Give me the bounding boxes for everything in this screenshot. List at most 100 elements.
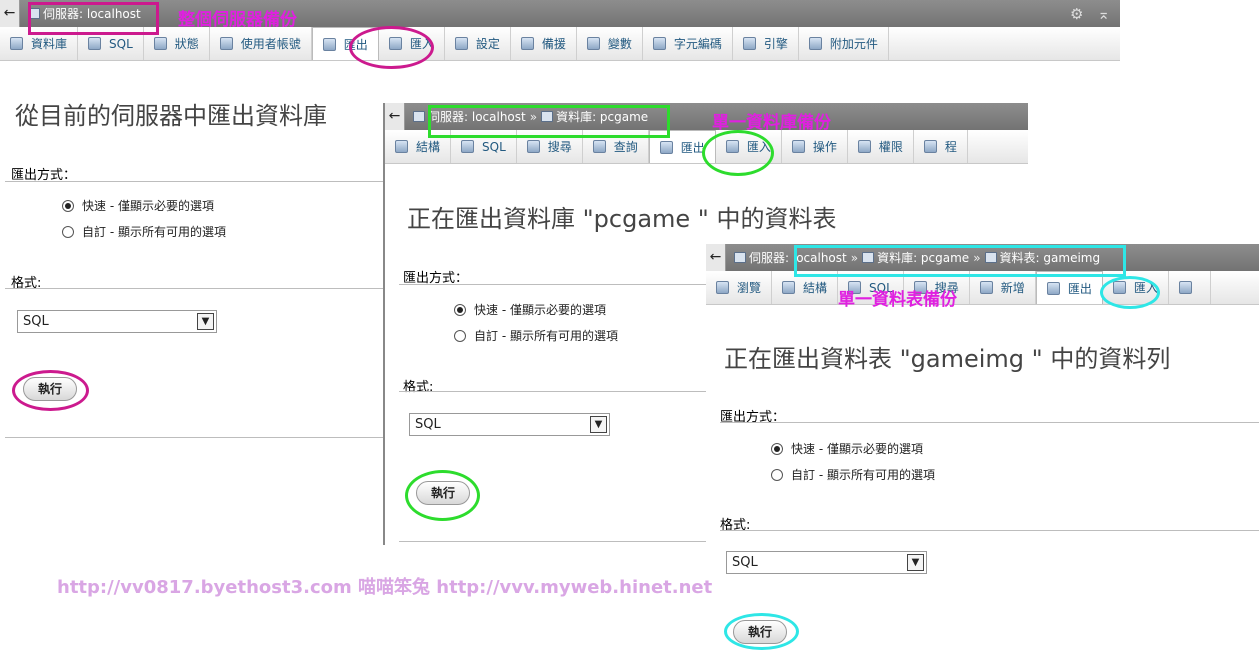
tab-label: 瀏覽 <box>737 281 762 295</box>
settings-icon <box>454 37 468 50</box>
quick-option[interactable]: 快速 - 僅顯示必要的選項 <box>771 440 923 457</box>
annotation-server-backup: 整個伺服器備份 <box>178 10 297 30</box>
back-arrow-button[interactable]: ← <box>706 244 726 271</box>
highlight-table-breadcrumb <box>794 245 1126 277</box>
table-export-panel: ← 伺服器: localhost » 資料庫: pcgame » 資料表: ga… <box>706 244 1259 655</box>
chevron-down-icon: ▼ <box>197 313 214 330</box>
divider <box>5 181 383 182</box>
tab-label: 結構 <box>416 140 441 154</box>
export-icon <box>1046 281 1060 295</box>
tab-label: 查詢 <box>613 140 638 154</box>
annotation-table-backup: 單一資料表備份 <box>838 290 957 310</box>
structure-icon <box>395 140 408 153</box>
export-icon <box>659 140 673 154</box>
highlight-server-breadcrumb <box>28 2 159 35</box>
users-icon <box>219 37 233 50</box>
server-topbar: ← 伺服器: localhost ⚙ ⌅ <box>0 0 1120 27</box>
tab-label: 附加元件 <box>829 37 878 51</box>
charset-icon <box>652 37 666 50</box>
back-arrow-button[interactable]: ← <box>385 103 405 130</box>
tab-label: 資料庫 <box>31 37 68 51</box>
highlight-db-breadcrumb <box>428 105 670 138</box>
format-select[interactable]: SQL ▼ <box>726 551 927 574</box>
highlight-server-go-button <box>12 370 89 411</box>
highlight-table-go-button <box>724 613 799 650</box>
tab-operations[interactable]: 操作 <box>782 130 848 163</box>
tab-variables[interactable]: 變數 <box>577 27 643 60</box>
sql-icon <box>461 140 475 153</box>
quick-option[interactable]: 快速 - 僅顯示必要的選項 <box>454 301 606 318</box>
routines-icon <box>923 140 937 153</box>
highlight-table-export-tab <box>1100 276 1160 309</box>
tab-privileges[interactable]: 權限 <box>848 130 914 163</box>
back-arrow-button[interactable]: ← <box>0 0 20 27</box>
collapse-icon[interactable]: ⌅ <box>1097 5 1110 23</box>
operations-icon <box>791 140 805 153</box>
tab-label: 結構 <box>803 281 828 295</box>
tab-routines[interactable]: 程 <box>914 130 968 163</box>
status-icon <box>153 37 167 50</box>
watermark-text: http://vv0817.byethost3.com 喵喵笨兔 http://… <box>57 577 713 598</box>
server-tab-bar: 資料庫 SQL 狀態 使用者帳號 匯出 匯入 設定 備援 變數 字元編碼 引擎 附加元件 <box>0 27 1120 61</box>
divider <box>5 288 383 289</box>
page-title: 從目前的伺服器中匯出資料庫 <box>15 102 327 130</box>
tab-label: 備援 <box>541 37 566 51</box>
tab-label: 搜尋 <box>547 140 572 154</box>
tab-label: 使用者帳號 <box>240 37 301 51</box>
quick-radio[interactable] <box>62 199 74 212</box>
tab-replication[interactable]: 備援 <box>511 27 577 60</box>
server-icon <box>734 252 746 263</box>
highlight-db-export-tab <box>702 130 774 176</box>
highlight-server-export-tab <box>349 26 434 69</box>
page-title: 正在匯出資料庫 "pcgame " 中的資料表 <box>407 205 837 233</box>
tab-label: 匯出 <box>1067 281 1092 296</box>
tab-label: SQL <box>109 36 133 51</box>
engines-icon <box>742 37 756 50</box>
plugins-icon <box>808 37 822 50</box>
divider <box>720 530 1259 531</box>
highlight-db-go-button <box>405 470 480 521</box>
chevron-down-icon: ▼ <box>590 416 607 433</box>
database-icon <box>10 37 23 50</box>
quick-radio[interactable] <box>454 303 466 316</box>
custom-option[interactable]: 自訂 - 顯示所有可用的選項 <box>771 466 935 483</box>
tab-label: 新增 <box>1000 281 1025 295</box>
more-icon <box>1178 281 1192 294</box>
export-icon <box>322 37 336 51</box>
gear-icon[interactable]: ⚙ <box>1070 5 1083 23</box>
search-icon <box>526 140 540 153</box>
custom-radio[interactable] <box>454 329 466 342</box>
format-select[interactable]: SQL ▼ <box>409 413 610 436</box>
custom-radio[interactable] <box>771 468 783 481</box>
structure-icon <box>782 281 796 294</box>
tab-label: 狀態 <box>174 37 199 51</box>
tab-settings[interactable]: 設定 <box>445 27 511 60</box>
tab-more[interactable] <box>1169 271 1211 304</box>
divider <box>720 422 1259 423</box>
format-select[interactable]: SQL ▼ <box>17 310 217 333</box>
custom-radio[interactable] <box>62 225 74 238</box>
insert-icon <box>979 281 993 294</box>
tab-label: 設定 <box>475 37 500 51</box>
tab-users[interactable]: 使用者帳號 <box>210 27 312 60</box>
tab-label: 程 <box>944 140 957 154</box>
tab-engines[interactable]: 引擎 <box>733 27 799 60</box>
privileges-icon <box>857 140 871 153</box>
annotation-db-backup: 單一資料庫備份 <box>712 113 831 133</box>
custom-option[interactable]: 自訂 - 顯示所有可用的選項 <box>62 223 226 240</box>
tab-label: 權限 <box>878 140 903 154</box>
tab-label: 字元編碼 <box>673 37 722 51</box>
server-icon <box>413 111 425 122</box>
browse-icon <box>716 281 729 294</box>
sql-icon <box>88 37 102 50</box>
tab-plugins[interactable]: 附加元件 <box>799 27 889 60</box>
format-label: 格式: <box>403 380 434 395</box>
replication-icon <box>520 37 534 50</box>
tab-browse[interactable]: 瀏覽 <box>706 271 773 304</box>
custom-option[interactable]: 自訂 - 顯示所有可用的選項 <box>454 327 618 344</box>
quick-radio[interactable] <box>771 442 783 455</box>
tab-label: 操作 <box>812 140 837 154</box>
quick-option[interactable]: 快速 - 僅顯示必要的選項 <box>62 197 214 214</box>
divider <box>5 437 383 438</box>
tab-charset[interactable]: 字元編碼 <box>643 27 733 60</box>
